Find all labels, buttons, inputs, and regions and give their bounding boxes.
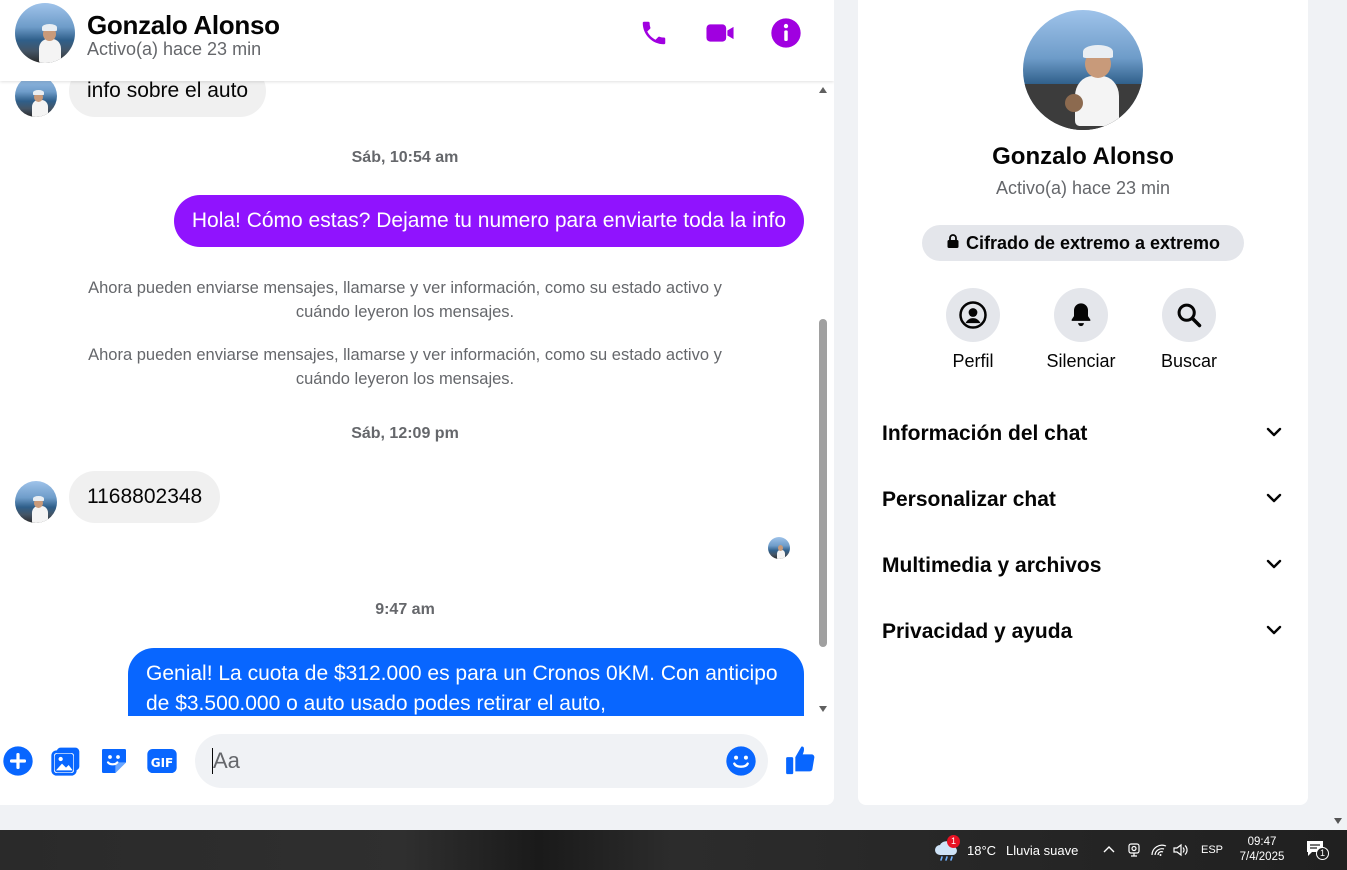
chevron-down-icon <box>1264 422 1284 447</box>
seen-indicator-avatar <box>768 537 790 559</box>
section-customize-chat[interactable]: Personalizar chat <box>882 475 1284 525</box>
notification-center-icon[interactable]: 1 <box>1305 830 1329 870</box>
contact-avatar-large[interactable] <box>1023 10 1143 130</box>
photo-icon[interactable] <box>49 744 83 778</box>
notification-count-badge: 1 <box>1316 847 1329 860</box>
page-scroll-down-arrow[interactable] <box>1334 818 1342 824</box>
svg-text:GIF: GIF <box>151 756 174 770</box>
chat-panel: Gonzalo Alonso Activo(a) hace 23 min inf… <box>0 0 834 805</box>
page-scrollbar[interactable] <box>1330 0 1347 830</box>
contact-avatar-small <box>15 481 57 523</box>
clock[interactable]: 09:47 7/4/2025 <box>1236 830 1288 870</box>
section-media-files[interactable]: Multimedia y archivos <box>882 541 1284 591</box>
wifi-icon[interactable] <box>1150 830 1168 870</box>
lock-icon <box>946 233 960 254</box>
contact-avatar[interactable] <box>15 3 75 63</box>
message-list[interactable]: info sobre el auto Sáb, 10:54 am Hola! C… <box>0 81 816 716</box>
rain-cloud-icon: 1 <box>933 835 961 863</box>
search-icon[interactable] <box>1162 288 1216 342</box>
section-title: Multimedia y archivos <box>882 554 1102 577</box>
weather-widget[interactable]: 1 18°C Lluvia suave <box>933 830 1078 870</box>
message-timestamp: Sáb, 10:54 am <box>351 149 459 166</box>
system-note: Ahora pueden enviarse mensajes, llamarse… <box>88 346 722 388</box>
volume-icon[interactable] <box>1172 830 1190 870</box>
emoji-icon[interactable] <box>725 745 757 777</box>
weather-alert-badge: 1 <box>947 835 960 848</box>
contact-status-large: Activo(a) hace 23 min <box>995 178 1171 198</box>
outgoing-message[interactable]: Genial! La cuota de $312.000 es para un … <box>128 648 804 716</box>
composer: GIF <box>0 716 834 805</box>
chevron-down-icon <box>1264 488 1284 513</box>
contact-avatar-small <box>15 81 57 117</box>
chevron-down-icon <box>1264 554 1284 579</box>
meet-now-icon[interactable] <box>1126 830 1142 870</box>
mute-action[interactable]: Silenciar <box>1031 288 1131 372</box>
outgoing-message[interactable]: Hola! Cómo estas? Dejame tu numero para … <box>173 195 804 247</box>
bell-icon[interactable] <box>1054 288 1108 342</box>
encryption-badge[interactable]: Cifrado de extremo a extremo <box>922 225 1244 261</box>
thumbs-up-icon[interactable] <box>783 742 819 778</box>
plus-icon[interactable] <box>1 744 35 778</box>
language-label: ESP <box>1201 844 1224 856</box>
profile-action-label: Perfil <box>952 351 994 371</box>
profile-icon[interactable] <box>946 288 1000 342</box>
search-action-label: Buscar <box>1160 351 1218 371</box>
scroll-thumb[interactable] <box>819 319 827 647</box>
contact-name-large: Gonzalo Alonso <box>992 143 1174 170</box>
section-privacy-help[interactable]: Privacidad y ayuda <box>882 607 1284 657</box>
message-input-box[interactable] <box>195 734 768 788</box>
section-title: Personalizar chat <box>882 488 1056 511</box>
clock-time: 09:47 <box>1247 836 1277 848</box>
section-chat-info[interactable]: Información del chat <box>882 409 1284 459</box>
sticker-icon[interactable] <box>97 744 131 778</box>
info-icon[interactable] <box>767 14 805 52</box>
incoming-message[interactable]: 1168802348 <box>69 471 221 523</box>
phone-icon[interactable] <box>635 14 673 52</box>
system-note: Ahora pueden enviarse mensajes, llamarse… <box>88 279 722 321</box>
contact-status: Activo(a) hace 23 min <box>87 39 262 59</box>
message-input[interactable] <box>213 734 713 788</box>
incoming-message[interactable]: info sobre el auto <box>69 81 267 117</box>
windows-taskbar: 1 18°C Lluvia suave ESP 09:47 7/4/2025 1 <box>0 830 1347 870</box>
weather-description: Lluvia suave <box>1006 842 1079 858</box>
chat-header: Gonzalo Alonso Activo(a) hace 23 min <box>0 0 834 81</box>
section-title: Información del chat <box>882 422 1088 445</box>
contact-name[interactable]: Gonzalo Alonso <box>87 10 280 41</box>
video-camera-icon[interactable] <box>701 14 739 52</box>
input-language[interactable]: ESP <box>1201 830 1223 870</box>
section-title: Privacidad y ayuda <box>882 620 1073 643</box>
weather-temperature: 18°C <box>967 842 997 858</box>
gif-icon[interactable]: GIF <box>145 744 179 778</box>
profile-action[interactable]: Perfil <box>923 288 1023 372</box>
message-timestamp: 9:47 am <box>375 601 435 618</box>
scroll-up-arrow[interactable] <box>819 87 827 93</box>
scroll-down-arrow[interactable] <box>819 706 827 712</box>
mute-action-label: Silenciar <box>1046 351 1116 371</box>
conversation-info-panel: Gonzalo Alonso Activo(a) hace 23 min Cif… <box>858 0 1308 805</box>
message-timestamp: Sáb, 12:09 pm <box>351 425 459 442</box>
chevron-down-icon <box>1264 620 1284 645</box>
clock-date: 7/4/2025 <box>1239 851 1285 863</box>
message-scrollbar[interactable] <box>816 81 830 716</box>
show-hidden-icons-chevron[interactable] <box>1101 830 1117 870</box>
search-action[interactable]: Buscar <box>1139 288 1239 372</box>
encryption-label: Cifrado de extremo a extremo <box>965 232 1221 253</box>
